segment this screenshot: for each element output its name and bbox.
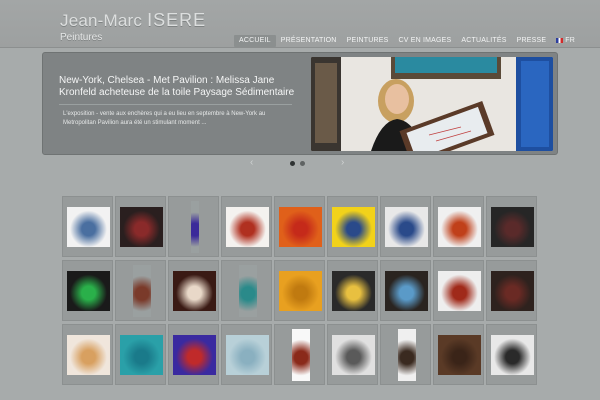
thumb-white-flags[interactable] bbox=[62, 196, 113, 257]
main-nav: ACCUEIL PRÉSENTATION PEINTURES CV EN IMA… bbox=[234, 35, 580, 47]
thumbnail-image bbox=[120, 335, 163, 375]
nav-item-presentation[interactable]: PRÉSENTATION bbox=[276, 35, 342, 47]
thumb-red-white-swirl[interactable] bbox=[168, 260, 219, 321]
language-label: FR bbox=[565, 37, 575, 44]
site-subtitle: Peintures bbox=[60, 32, 103, 43]
nav-item-accueil[interactable]: ACCUEIL bbox=[234, 35, 276, 47]
thumb-yellow-ochre-texture[interactable] bbox=[274, 260, 325, 321]
thumb-brown-texture[interactable] bbox=[433, 324, 484, 385]
hero-divider bbox=[59, 104, 292, 105]
thumb-dark-brown-circle[interactable] bbox=[486, 260, 537, 321]
nav-item-presse[interactable]: PRESSE bbox=[512, 35, 552, 47]
thumb-round-mirror[interactable] bbox=[380, 260, 431, 321]
thumb-tall-white-brown[interactable] bbox=[115, 260, 166, 321]
thumbnail-image bbox=[332, 271, 375, 311]
thumbnail-image bbox=[226, 207, 269, 247]
thumbnail-image bbox=[67, 207, 110, 247]
thumbnail-image bbox=[491, 207, 534, 247]
thumb-orange-red-circle[interactable] bbox=[274, 196, 325, 257]
thumbnail-image bbox=[279, 207, 322, 247]
thumbnail-image bbox=[173, 335, 216, 375]
thumb-red-panels-wall[interactable] bbox=[433, 260, 484, 321]
thumbnail-image bbox=[190, 201, 199, 253]
hero-photo[interactable] bbox=[311, 57, 553, 151]
hero-photo-illustration bbox=[311, 57, 553, 151]
chevron-left-icon[interactable]: ‹ bbox=[250, 158, 253, 168]
language-selector[interactable]: FR bbox=[551, 35, 580, 47]
thumbnail-image bbox=[332, 335, 375, 375]
thumbnail-image bbox=[67, 271, 110, 311]
thumbnail-image bbox=[279, 271, 322, 311]
thumb-blue-violet-red[interactable] bbox=[168, 324, 219, 385]
thumbnail-image bbox=[385, 207, 428, 247]
thumbnail-image bbox=[438, 207, 481, 247]
thumbnail-image bbox=[332, 207, 375, 247]
thumbnail-image bbox=[67, 335, 110, 375]
hero-slideshow: New-York, Chelsea - Met Pavilion : Melis… bbox=[42, 52, 558, 155]
thumb-turquoise-sea[interactable] bbox=[115, 324, 166, 385]
thumb-dark-circle-texture[interactable] bbox=[486, 196, 537, 257]
thumb-white-red-landscape[interactable] bbox=[221, 196, 272, 257]
thumbnail-image bbox=[397, 329, 416, 381]
thumbnail-image bbox=[491, 335, 534, 375]
site-header: Jean-Marc ISERE Peintures ACCUEIL PRÉSENT… bbox=[0, 0, 600, 48]
hero-excerpt: L'exposition - vente aux enchères qui a … bbox=[63, 111, 266, 126]
chevron-right-icon[interactable]: › bbox=[341, 158, 344, 168]
thumb-purple-stripe[interactable] bbox=[168, 196, 219, 257]
thumb-dark-red-texture[interactable] bbox=[115, 196, 166, 257]
artist-first-name: Jean-Marc bbox=[60, 11, 143, 30]
thumbnail-image bbox=[385, 271, 428, 311]
hero-title[interactable]: New-York, Chelsea - Met Pavilion : Melis… bbox=[59, 75, 297, 99]
slider-controls: ‹ › bbox=[0, 158, 600, 168]
thumb-yellow-poster[interactable] bbox=[327, 196, 378, 257]
nav-item-actualites[interactable]: ACTUALITÉS bbox=[456, 35, 511, 47]
thumb-gallery-wall[interactable] bbox=[380, 196, 431, 257]
thumb-pastel-abstract[interactable] bbox=[62, 324, 113, 385]
french-flag-icon bbox=[556, 37, 564, 43]
thumbnail-image bbox=[226, 335, 269, 375]
thumbnail-image bbox=[491, 271, 534, 311]
thumbnail-image bbox=[438, 271, 481, 311]
thumb-man-gallery[interactable] bbox=[486, 324, 537, 385]
thumb-white-room[interactable] bbox=[327, 324, 378, 385]
thumb-catalog-cover[interactable] bbox=[274, 324, 325, 385]
site-logo[interactable]: Jean-Marc ISERE bbox=[60, 10, 206, 31]
thumb-rainbow-stripes[interactable] bbox=[62, 260, 113, 321]
nav-item-peintures[interactable]: PEINTURES bbox=[342, 35, 394, 47]
thumb-three-panels[interactable] bbox=[433, 196, 484, 257]
thumbnail-image bbox=[438, 335, 481, 375]
thumbnail-image bbox=[132, 265, 151, 317]
thumbnail-image bbox=[238, 265, 257, 317]
slide-dot-1[interactable] bbox=[290, 161, 295, 166]
thumbnail-image bbox=[291, 329, 310, 381]
slide-dot-2[interactable] bbox=[300, 161, 305, 166]
thumbnail-image bbox=[173, 271, 216, 311]
thumb-teal-strip[interactable] bbox=[221, 260, 272, 321]
thumb-woman-painting[interactable] bbox=[380, 324, 431, 385]
nav-item-cv-en-images[interactable]: CV EN IMAGES bbox=[393, 35, 456, 47]
thumb-lit-exhibition[interactable] bbox=[327, 260, 378, 321]
thumbnail-image bbox=[120, 207, 163, 247]
thumb-pale-blue-landscape[interactable] bbox=[221, 324, 272, 385]
artist-last-name: ISERE bbox=[147, 10, 207, 30]
